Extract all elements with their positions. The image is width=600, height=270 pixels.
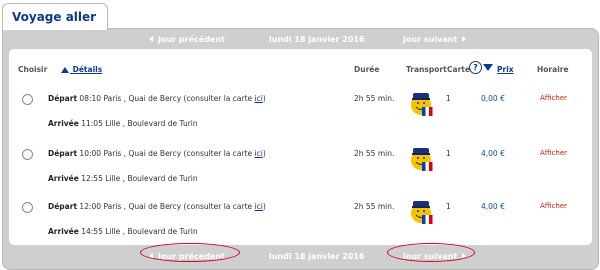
bus-driver-mascot-icon bbox=[411, 93, 433, 116]
trip-depart: Départ 10:00 Paris , Quai de Bercy (cons… bbox=[48, 149, 266, 158]
next-day-label: Jour suivant bbox=[403, 35, 458, 44]
trip-duration: 2h 55 min. bbox=[354, 149, 395, 158]
map-link[interactable]: ici bbox=[255, 149, 263, 158]
trip-depart: Départ 08:10 Paris , Quai de Bercy (cons… bbox=[48, 94, 266, 103]
trip-radio[interactable] bbox=[22, 94, 33, 105]
day-nav-top: Jour précédent lundi 18 janvier 2016 Jou… bbox=[3, 30, 598, 50]
trip-arrivee: Arrivée 12:55 Lille , Boulevard de Turin bbox=[48, 174, 198, 183]
col-duree: Durée bbox=[354, 65, 380, 74]
map-link[interactable]: ici bbox=[255, 94, 263, 103]
trip-carte: 1 bbox=[446, 94, 451, 103]
trip-arrivee: Arrivée 14:55 Lille , Boulevard de Turin bbox=[48, 227, 198, 236]
trip-arrivee: Arrivée 11:05 Lille , Boulevard de Turin bbox=[48, 119, 198, 128]
triangle-left-icon bbox=[149, 36, 153, 42]
bus-driver-mascot-icon bbox=[411, 148, 433, 171]
trip-duration: 2h 55 min. bbox=[354, 202, 395, 211]
highlight-circle-previous bbox=[140, 243, 240, 262]
highlight-circle-next bbox=[387, 243, 475, 262]
trip-row: Départ 12:00 Paris , Quai de Bercy (cons… bbox=[9, 189, 592, 245]
col-transport: Transport bbox=[406, 65, 447, 74]
results-table: Choisir Détails Durée Transport Carte ? … bbox=[9, 49, 592, 245]
trip-radio[interactable] bbox=[22, 202, 33, 213]
trip-carte: 1 bbox=[446, 149, 451, 158]
trip-duration: 2h 55 min. bbox=[354, 94, 395, 103]
show-schedule-link[interactable]: Afficher bbox=[540, 202, 567, 210]
previous-day-label: Jour précédent bbox=[158, 35, 225, 44]
sort-down-icon[interactable] bbox=[483, 64, 493, 71]
col-carte: Carte bbox=[447, 65, 470, 74]
next-day-link[interactable]: Jour suivant bbox=[403, 35, 467, 44]
sort-details-link[interactable]: Détails bbox=[60, 65, 102, 74]
trip-row: Départ 08:10 Paris , Quai de Bercy (cons… bbox=[9, 81, 592, 137]
tab-label: Voyage aller bbox=[12, 10, 97, 24]
sort-up-icon bbox=[61, 67, 69, 73]
show-schedule-link[interactable]: Afficher bbox=[540, 94, 567, 102]
trip-carte: 1 bbox=[446, 202, 451, 211]
trip-price: 4,00 € bbox=[481, 149, 505, 158]
current-date: lundi 18 janvier 2016 bbox=[269, 252, 365, 261]
map-link[interactable]: ici bbox=[255, 202, 263, 211]
bus-driver-mascot-icon bbox=[411, 201, 433, 224]
results-panel: Jour précédent lundi 18 janvier 2016 Jou… bbox=[2, 28, 599, 270]
col-details-label: Détails bbox=[72, 65, 103, 74]
trip-depart: Départ 12:00 Paris , Quai de Bercy (cons… bbox=[48, 202, 266, 211]
trip-price: 0,00 € bbox=[481, 94, 505, 103]
col-horaire: Horaire bbox=[537, 65, 569, 74]
show-schedule-link[interactable]: Afficher bbox=[540, 149, 567, 157]
triangle-right-icon bbox=[462, 36, 467, 42]
trip-radio[interactable] bbox=[22, 149, 33, 160]
trip-price: 4,00 € bbox=[481, 202, 505, 211]
sort-prix-link[interactable]: Prix bbox=[497, 65, 514, 74]
current-date: lundi 18 janvier 2016 bbox=[269, 35, 365, 44]
col-choisir: Choisir bbox=[18, 65, 48, 74]
help-icon[interactable]: ? bbox=[469, 61, 482, 74]
trip-row: Départ 10:00 Paris , Quai de Bercy (cons… bbox=[9, 136, 592, 192]
day-nav-bottom: Jour précédent lundi 18 janvier 2016 Jou… bbox=[3, 247, 598, 267]
tab-voyage-aller[interactable]: Voyage aller bbox=[2, 3, 108, 30]
previous-day-link[interactable]: Jour précédent bbox=[149, 35, 225, 44]
